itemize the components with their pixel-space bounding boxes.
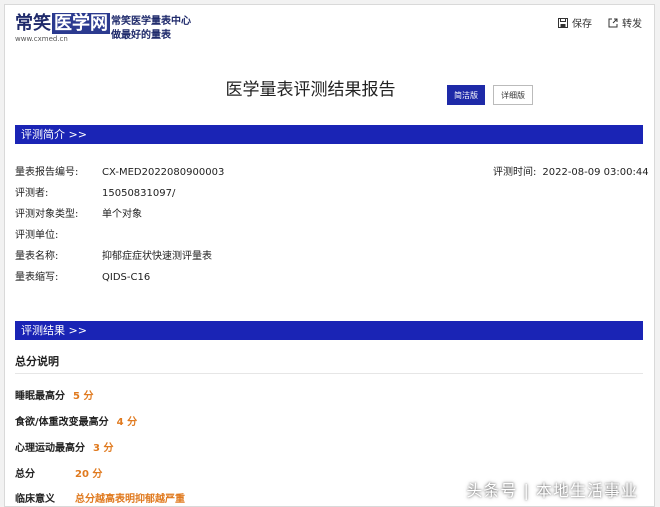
report-page: 常笑 医学网 www.cxmed.cn 常笑医学量表中心 做最好的量表 保存 转发… <box>4 4 655 507</box>
section-bar-result: 评测结果 >> <box>15 321 643 340</box>
score-label: 睡眠最高分 <box>15 391 65 402</box>
score-label: 心理运动最高分 <box>15 443 85 454</box>
top-actions: 保存 转发 <box>558 15 642 30</box>
page-title-text: 医学量表评测结果报告 <box>225 80 396 100</box>
score-value: 3 分 <box>93 443 114 454</box>
watermark: 头条号 | 本地生活事业 <box>466 481 638 500</box>
info-value: 抑郁症症状快速测评量表 <box>102 251 212 262</box>
logo-url: www.cxmed.cn <box>15 35 68 43</box>
info-value: CX-MED2022080900003 <box>102 167 225 178</box>
score-label: 总分 <box>15 469 35 480</box>
info-row-subject-type: 评测对象类型: 单个对象 <box>15 205 142 220</box>
logo-text-boxed: 医学网 <box>52 13 110 34</box>
score-value: 20 分 <box>75 469 103 480</box>
info-label: 量表报告编号: <box>15 167 79 178</box>
section-bar-intro: 评测简介 >> <box>15 125 643 144</box>
time-label: 评测时间: <box>493 167 537 178</box>
score-row-total: 总分 20 分 <box>15 465 102 480</box>
save-label: 保存 <box>572 19 592 30</box>
score-explanation-title: 总分说明 <box>15 355 59 368</box>
score-value: 5 分 <box>73 391 94 402</box>
info-row-scale-name: 量表名称: 抑郁症症状快速测评量表 <box>15 247 212 262</box>
info-row-time: 评测时间: 2022-08-09 03:00:44 <box>493 163 649 178</box>
share-label: 转发 <box>622 19 642 30</box>
score-row-sleep: 睡眠最高分 5 分 <box>15 387 93 402</box>
slogan-line-2: 做最好的量表 <box>111 30 171 41</box>
score-row-clinical: 临床意义 总分越高表明抑郁越严重 <box>15 490 185 505</box>
save-button[interactable]: 保存 <box>558 15 592 30</box>
score-value: 总分越高表明抑郁越严重 <box>75 494 185 505</box>
divider <box>15 373 643 374</box>
score-label: 食欲/体重改变最高分 <box>15 417 109 428</box>
info-label: 量表缩写: <box>15 272 59 283</box>
logo-text-main: 常笑 <box>15 13 51 34</box>
site-logo[interactable]: 常笑 医学网 www.cxmed.cn <box>15 13 110 43</box>
info-value: QIDS-C16 <box>102 272 151 283</box>
info-label: 量表名称: <box>15 251 59 262</box>
info-row-report-id: 量表报告编号: CX-MED2022080900003 <box>15 163 224 178</box>
score-row-appetite: 食欲/体重改变最高分 4 分 <box>15 413 137 428</box>
info-value: 15050831097/ <box>102 188 176 199</box>
share-button[interactable]: 转发 <box>608 15 642 30</box>
score-label: 临床意义 <box>15 494 55 505</box>
info-row-assessor: 评测者: 15050831097/ <box>15 184 175 199</box>
info-value: 单个对象 <box>102 209 142 220</box>
time-value: 2022-08-09 03:00:44 <box>542 167 649 178</box>
score-value: 4 分 <box>116 417 138 428</box>
detailed-version-button[interactable]: 详细版 <box>493 85 533 105</box>
info-label: 评测对象类型: <box>15 209 79 220</box>
save-icon <box>558 17 568 28</box>
info-row-scale-abbr: 量表缩写: QIDS-C16 <box>15 268 150 283</box>
logo-text: 常笑 医学网 <box>15 13 110 35</box>
info-label: 评测者: <box>15 188 49 199</box>
info-label: 评测单位: <box>15 230 59 241</box>
info-row-unit: 评测单位: <box>15 226 102 241</box>
share-icon <box>608 18 618 27</box>
page-title: 医学量表评测结果报告 <box>5 75 654 100</box>
score-row-psychomotor: 心理运动最高分 3 分 <box>15 439 113 454</box>
slogan: 常笑医学量表中心 做最好的量表 <box>111 15 191 43</box>
slogan-line-1: 常笑医学量表中心 <box>111 16 191 27</box>
simple-version-button[interactable]: 简洁版 <box>447 85 485 105</box>
